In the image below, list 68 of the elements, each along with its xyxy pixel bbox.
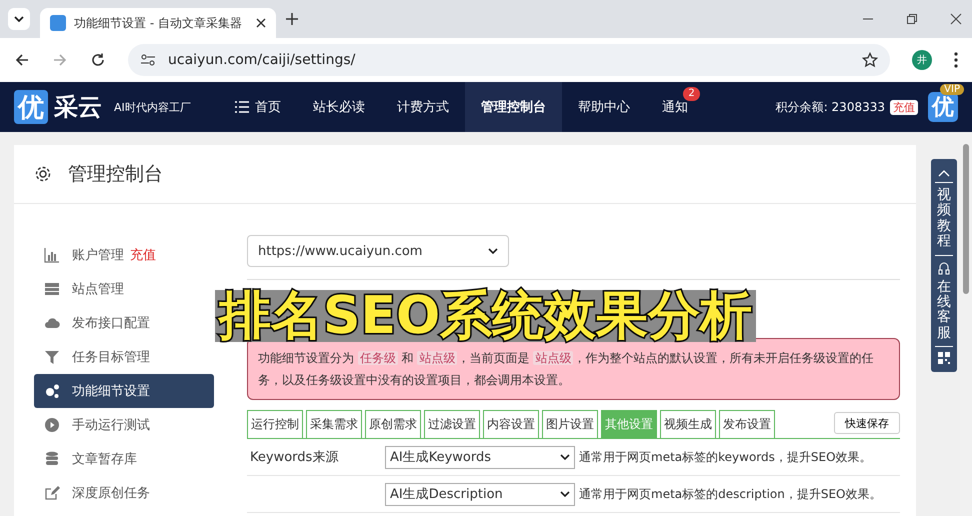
bookmark-star-icon[interactable] — [862, 52, 878, 68]
nav-link[interactable]: 首页 — [218, 82, 297, 132]
panel-link[interactable]: 在线客服 — [937, 280, 951, 342]
address-bar[interactable]: ucaiyun.com/caiji/settings/ — [128, 44, 890, 76]
profile-avatar[interactable]: 井 — [912, 50, 932, 70]
setting-select[interactable]: AI生成Description — [385, 482, 575, 506]
sidebar-item[interactable]: 文章暂存库 — [34, 442, 214, 476]
notification-count: 2 — [683, 87, 700, 101]
close-icon[interactable] — [950, 13, 962, 25]
sidebar-item[interactable]: 任务目标管理 — [34, 340, 214, 374]
quick-save-button[interactable]: 快速保存 — [834, 412, 900, 434]
site-select[interactable]: https://www.ucaiyun.com — [247, 235, 509, 267]
caret-icon — [560, 454, 570, 460]
settings-tab[interactable]: 图片设置 — [542, 410, 598, 438]
filter-icon — [44, 349, 60, 365]
back-icon[interactable] — [14, 52, 30, 68]
browser-tab[interactable]: 功能细节设置 - 自动文章采集器 — [40, 8, 276, 38]
sidebar-item[interactable]: 站点管理 — [34, 272, 214, 306]
restore-icon[interactable] — [906, 13, 918, 25]
caret-icon — [14, 16, 24, 22]
recharge-link[interactable]: 充值 — [890, 100, 918, 114]
more-menu-icon[interactable] — [954, 52, 958, 68]
settings-tab[interactable]: 发布设置 — [719, 410, 775, 438]
site-favicon-icon — [50, 15, 66, 31]
settings-tab[interactable]: 运行控制 — [247, 410, 303, 438]
settings-tab[interactable]: 过滤设置 — [424, 410, 480, 438]
setting-hint: 通常用于网页meta标签的description，提升SEO效果。 — [579, 486, 882, 502]
panel-link[interactable]: 视频教程 — [937, 188, 951, 250]
sidebar-item[interactable]: 账户管理 充值 — [34, 238, 214, 272]
settings-tab[interactable]: 采集需求 — [306, 410, 362, 438]
nav-link[interactable]: 帮助中心 — [562, 82, 646, 132]
logo-text[interactable]: 采云 — [54, 91, 102, 123]
settings-tab[interactable]: 视频生成 — [660, 410, 716, 438]
new-tab-icon[interactable] — [286, 13, 298, 25]
tab-list-button[interactable] — [8, 8, 30, 30]
page-title: 管理控制台 — [68, 162, 163, 187]
caret-icon — [488, 248, 498, 254]
list-icon — [234, 101, 249, 113]
sidebar-item[interactable]: 手动运行测试 — [34, 408, 214, 442]
close-icon[interactable] — [256, 18, 266, 28]
chevron-up-icon[interactable] — [938, 169, 950, 177]
nav-link[interactable]: 管理控制台 — [464, 82, 562, 132]
setting-select[interactable]: AI生成Keywords — [385, 446, 575, 468]
settings-tab[interactable]: 原创需求 — [365, 410, 421, 438]
sidebar-item[interactable]: 深度原创任务 — [34, 476, 214, 510]
caret-icon — [560, 491, 570, 497]
sidebar-item[interactable]: 发布接口配置 — [34, 306, 214, 340]
reload-icon[interactable] — [90, 52, 106, 68]
database-icon — [44, 451, 60, 467]
headset-icon — [938, 260, 950, 275]
settings-tab[interactable]: 内容设置 — [483, 410, 539, 438]
settings-icon — [34, 165, 52, 183]
setting-hint: 通常用于网页meta标签的keywords，提升SEO效果。 — [579, 448, 872, 466]
bar-chart-icon — [44, 247, 60, 263]
site-settings-icon[interactable] — [140, 53, 156, 67]
server-icon — [44, 281, 60, 297]
slogan: AI时代内容工厂 — [114, 100, 191, 114]
setting-label: Keywords来源 — [249, 449, 340, 466]
qr-code-icon[interactable] — [938, 352, 950, 364]
points-balance: 积分余额: 2308333 — [776, 98, 885, 116]
play-icon — [44, 417, 60, 433]
sidebar-item[interactable]: 功能细节设置 — [34, 374, 214, 408]
nav-link[interactable]: 通知 2 — [646, 82, 704, 132]
nav-link[interactable]: 站长必读 — [296, 82, 381, 132]
nav-link[interactable]: 计费方式 — [380, 82, 465, 132]
recharge-link[interactable]: 充值 — [130, 246, 156, 264]
edit-icon — [44, 485, 60, 501]
vip-badge: VIP — [940, 84, 964, 95]
